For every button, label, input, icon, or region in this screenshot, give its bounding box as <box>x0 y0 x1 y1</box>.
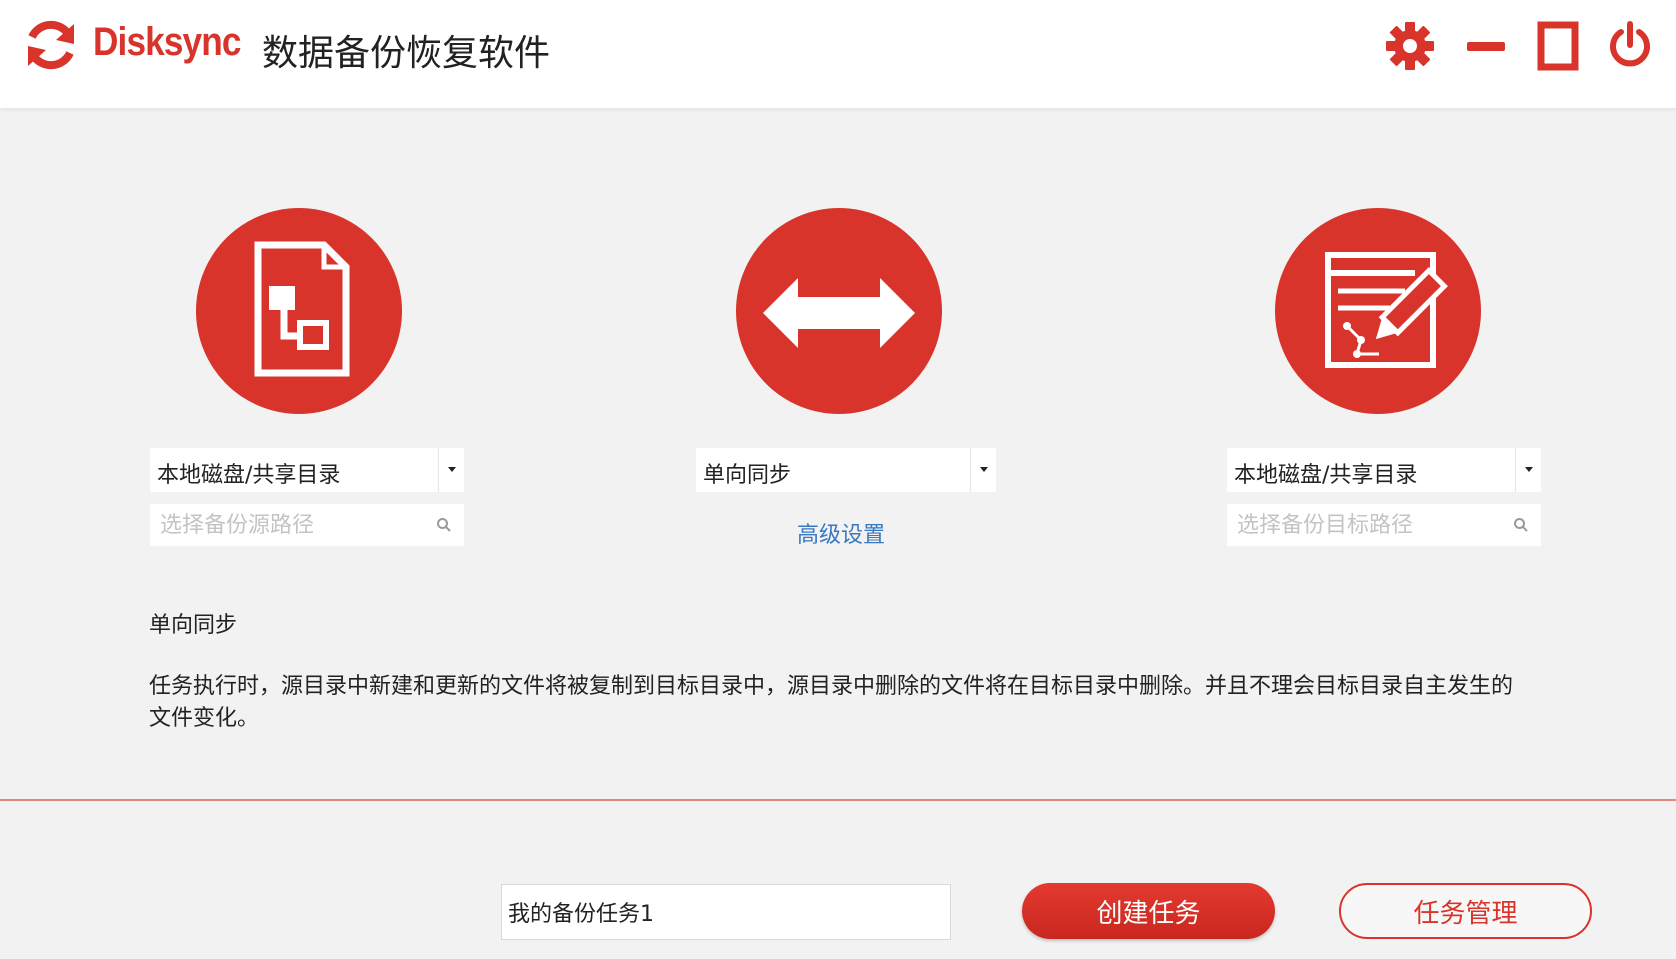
task-name-field[interactable] <box>501 884 951 940</box>
maximize-icon[interactable] <box>1532 20 1584 72</box>
task-manage-button[interactable]: 任务管理 <box>1339 883 1592 939</box>
target-edit-icon <box>1325 252 1448 368</box>
search-icon[interactable] <box>1513 517 1529 533</box>
chevron-down-icon[interactable] <box>1515 448 1541 492</box>
app-title: 数据备份恢复软件 <box>262 33 551 74</box>
mode-description-heading: 单向同步 <box>149 613 238 638</box>
gear-icon[interactable] <box>1384 20 1436 72</box>
title-bar: Disksync 数据备份恢复软件 <box>0 0 1676 108</box>
target-type-select[interactable]: 本地磁盘/共享目录 <box>1227 448 1541 492</box>
mode-description-text: 任务执行时，源目录中新建和更新的文件将被复制到目标目录中，源目录中删除的文件将在… <box>149 674 1514 731</box>
source-document-icon <box>254 241 350 377</box>
source-path-input[interactable] <box>150 504 464 546</box>
search-icon[interactable] <box>436 517 452 533</box>
advanced-settings-link[interactable]: 高级设置 <box>797 517 885 549</box>
target-path-field[interactable] <box>1227 504 1541 546</box>
sync-mode-select[interactable]: 单向同步 <box>696 448 996 492</box>
sync-mode-value: 单向同步 <box>703 463 792 488</box>
source-circle[interactable] <box>196 208 402 414</box>
power-icon[interactable] <box>1604 20 1656 72</box>
task-name-input[interactable] <box>502 885 950 939</box>
source-path-field[interactable] <box>150 504 464 546</box>
chevron-down-icon[interactable] <box>970 448 996 492</box>
mode-circle[interactable] <box>736 208 942 414</box>
source-type-value: 本地磁盘/共享目录 <box>157 463 341 488</box>
double-arrow-icon <box>763 278 915 348</box>
divider <box>0 799 1676 801</box>
brand-name: Disksync <box>93 20 241 64</box>
sync-arrows-icon <box>28 20 74 70</box>
target-circle[interactable] <box>1275 208 1481 414</box>
target-type-value: 本地磁盘/共享目录 <box>1234 463 1418 488</box>
create-task-button[interactable]: 创建任务 <box>1022 883 1275 939</box>
chevron-down-icon[interactable] <box>438 448 464 492</box>
target-path-input[interactable] <box>1227 504 1541 546</box>
source-type-select[interactable]: 本地磁盘/共享目录 <box>150 448 464 492</box>
minimize-icon[interactable] <box>1460 20 1512 72</box>
